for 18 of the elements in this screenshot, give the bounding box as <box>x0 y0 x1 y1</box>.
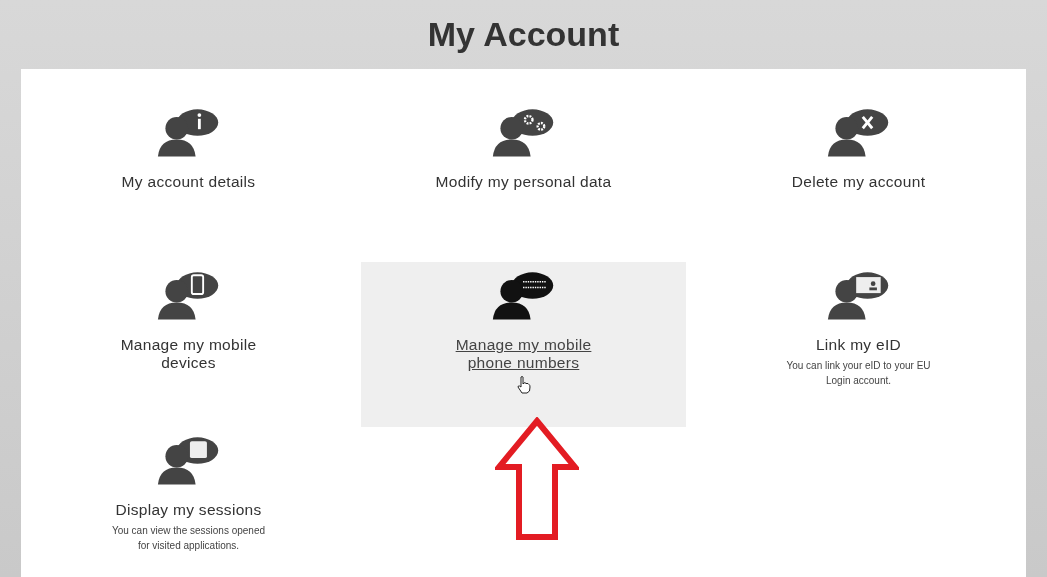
tile-link[interactable]: Modify my personal data <box>434 173 613 191</box>
page-title: My Account <box>427 15 620 54</box>
tile-link[interactable]: My account details <box>99 173 278 191</box>
hand-cursor-icon <box>516 376 531 394</box>
menu-tile[interactable]: My account details <box>21 99 356 262</box>
menu-tile[interactable]: Delete my account <box>691 99 1026 262</box>
tile-description: You can view the sessions opened for visited applications. <box>111 524 266 553</box>
tile-link[interactable]: Manage my mobile devices <box>99 336 278 372</box>
menu-tile[interactable]: Manage my mobile devices <box>21 262 356 427</box>
menu-tile[interactable]: Manage my mobile phone numbers <box>361 262 686 427</box>
tile-link[interactable]: Delete my account <box>769 173 948 191</box>
menu-tile[interactable]: Display my sessions You can view the sessions opened for visited applications. <box>21 427 356 577</box>
menu-tile[interactable]: Link my eID You can link your eID to your EU Login account. <box>691 262 1026 427</box>
tile-description: You can link your eID to your EU Login account. <box>785 359 932 388</box>
tile-link[interactable]: Link my eID <box>769 336 948 354</box>
menu-tile[interactable]: Modify my personal data <box>356 99 691 262</box>
tile-link[interactable]: Display my sessions <box>99 501 278 519</box>
tile-link[interactable]: Manage my mobile phone numbers <box>434 336 613 372</box>
